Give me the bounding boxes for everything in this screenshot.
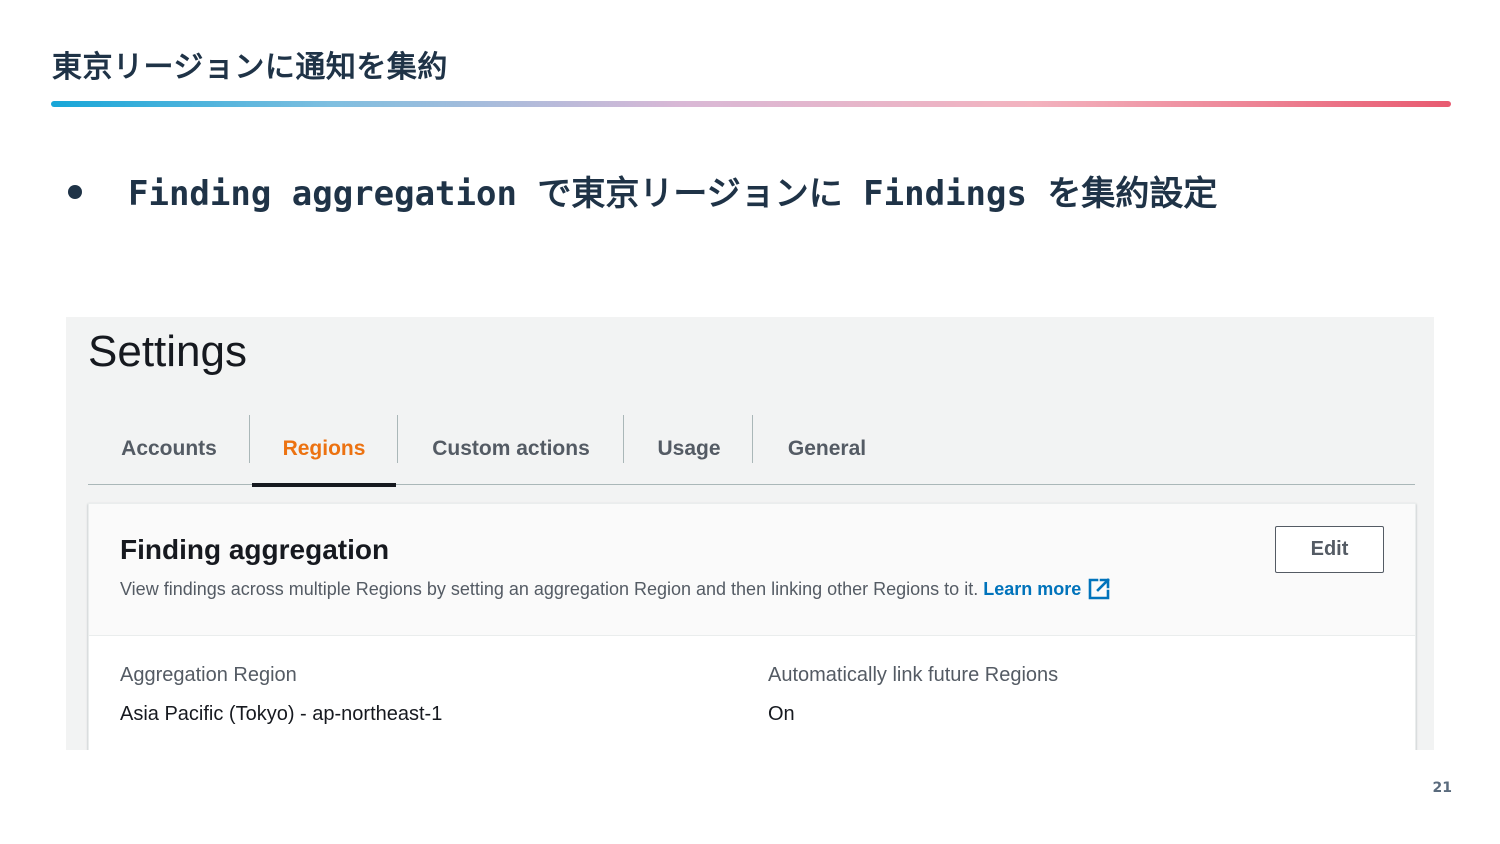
tab-custom-actions[interactable]: Custom actions	[400, 413, 622, 485]
finding-aggregation-panel: Finding aggregation View findings across…	[88, 503, 1416, 750]
tab-accounts[interactable]: Accounts	[88, 413, 250, 485]
learn-more-link[interactable]: Learn more	[983, 579, 1081, 600]
panel-title: Finding aggregation	[120, 534, 390, 565]
edit-button[interactable]: Edit	[1275, 526, 1384, 573]
settings-tabs: Accounts Regions Custom actions Usage Ge…	[88, 413, 1415, 487]
aggregation-region-value: Asia Pacific (Tokyo) - ap-northeast-1	[120, 703, 443, 725]
aggregation-region-label: Aggregation Region	[120, 664, 297, 686]
tab-separator	[249, 415, 250, 463]
slide-title: 東京リージョンに通知を集約	[52, 50, 448, 85]
tab-general[interactable]: General	[755, 413, 899, 485]
bullet-text: Finding aggregation で東京リージョンに Findings を…	[128, 174, 1218, 214]
bullet-item: Finding aggregation で東京リージョンに Findings を…	[68, 166, 1217, 215]
panel-description: View findings across multiple Regions by…	[120, 577, 1111, 601]
tab-separator	[623, 415, 624, 463]
bullet-dot	[68, 184, 82, 199]
tab-separator	[752, 415, 753, 463]
description-text: View findings across multiple Regions by…	[120, 578, 979, 599]
external-link-icon[interactable]	[1087, 577, 1111, 601]
auto-link-value: On	[768, 703, 795, 725]
auto-link-label: Automatically link future Regions	[768, 664, 1059, 686]
tab-usage[interactable]: Usage	[626, 413, 752, 485]
panel-header: Finding aggregation View findings across…	[89, 504, 1415, 636]
page-number: 21	[1432, 780, 1452, 796]
console-screenshot: Settings Accounts Regions Custom actions…	[66, 317, 1434, 750]
title-underline	[51, 101, 1451, 107]
settings-heading: Settings	[88, 327, 247, 376]
tab-separator	[397, 415, 398, 463]
tab-regions[interactable]: Regions	[252, 413, 396, 487]
